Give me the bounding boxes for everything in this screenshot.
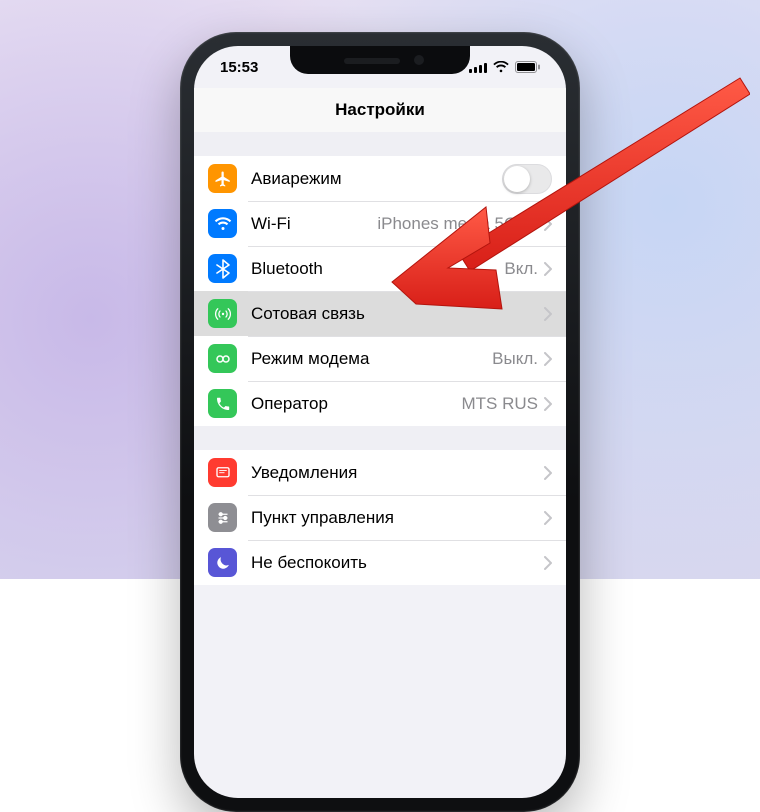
row-label: Сотовая связь [251, 304, 544, 324]
status-right [469, 61, 540, 73]
row-label: Оператор [251, 394, 462, 414]
signal-icon [469, 62, 487, 73]
airplane-icon [208, 164, 237, 193]
nav-header: Настройки [194, 88, 566, 133]
phone-frame: 15:53 Настройки [180, 32, 580, 812]
settings-table: Авиарежим Wi-Fi iPhones media 5GHz Bluet… [194, 132, 566, 798]
wifi-icon [208, 209, 237, 238]
chevron-right-icon [544, 262, 552, 276]
row-label: Режим модема [251, 349, 492, 369]
chevron-right-icon [544, 397, 552, 411]
row-label: Пункт управления [251, 508, 544, 528]
row-detail: MTS RUS [462, 394, 539, 414]
row-label: Wi-Fi [251, 214, 377, 234]
chevron-right-icon [544, 307, 552, 321]
row-carrier[interactable]: Оператор MTS RUS [194, 381, 566, 426]
row-label: Bluetooth [251, 259, 504, 279]
chevron-right-icon [544, 556, 552, 570]
row-cellular[interactable]: Сотовая связь [194, 291, 566, 336]
notifications-icon [208, 458, 237, 487]
hotspot-icon [208, 344, 237, 373]
row-airplane[interactable]: Авиарежим [194, 156, 566, 201]
status-time: 15:53 [220, 59, 258, 76]
row-detail: iPhones media 5GHz [377, 214, 538, 234]
phone-notch [290, 46, 470, 74]
row-label: Не беспокоить [251, 553, 544, 573]
chevron-right-icon [544, 511, 552, 525]
row-control-center[interactable]: Пункт управления [194, 495, 566, 540]
row-dnd[interactable]: Не беспокоить [194, 540, 566, 585]
row-bluetooth[interactable]: Bluetooth Вкл. [194, 246, 566, 291]
chevron-right-icon [544, 217, 552, 231]
row-wifi[interactable]: Wi-Fi iPhones media 5GHz [194, 201, 566, 246]
bluetooth-icon [208, 254, 237, 283]
row-detail: Выкл. [492, 349, 538, 369]
wifi-status-icon [493, 61, 509, 73]
group-gap [194, 426, 566, 450]
battery-icon [515, 61, 540, 73]
carrier-icon [208, 389, 237, 418]
airplane-toggle[interactable] [502, 164, 552, 194]
dnd-icon [208, 548, 237, 577]
row-notifications[interactable]: Уведомления [194, 450, 566, 495]
chevron-right-icon [544, 352, 552, 366]
cellular-icon [208, 299, 237, 328]
chevron-right-icon [544, 466, 552, 480]
row-hotspot[interactable]: Режим модема Выкл. [194, 336, 566, 381]
page-title: Настройки [335, 100, 425, 120]
control-center-icon [208, 503, 237, 532]
row-label: Уведомления [251, 463, 544, 483]
row-label: Авиарежим [251, 169, 502, 189]
group-gap [194, 132, 566, 156]
phone-screen: 15:53 Настройки [194, 46, 566, 798]
row-detail: Вкл. [504, 259, 538, 279]
